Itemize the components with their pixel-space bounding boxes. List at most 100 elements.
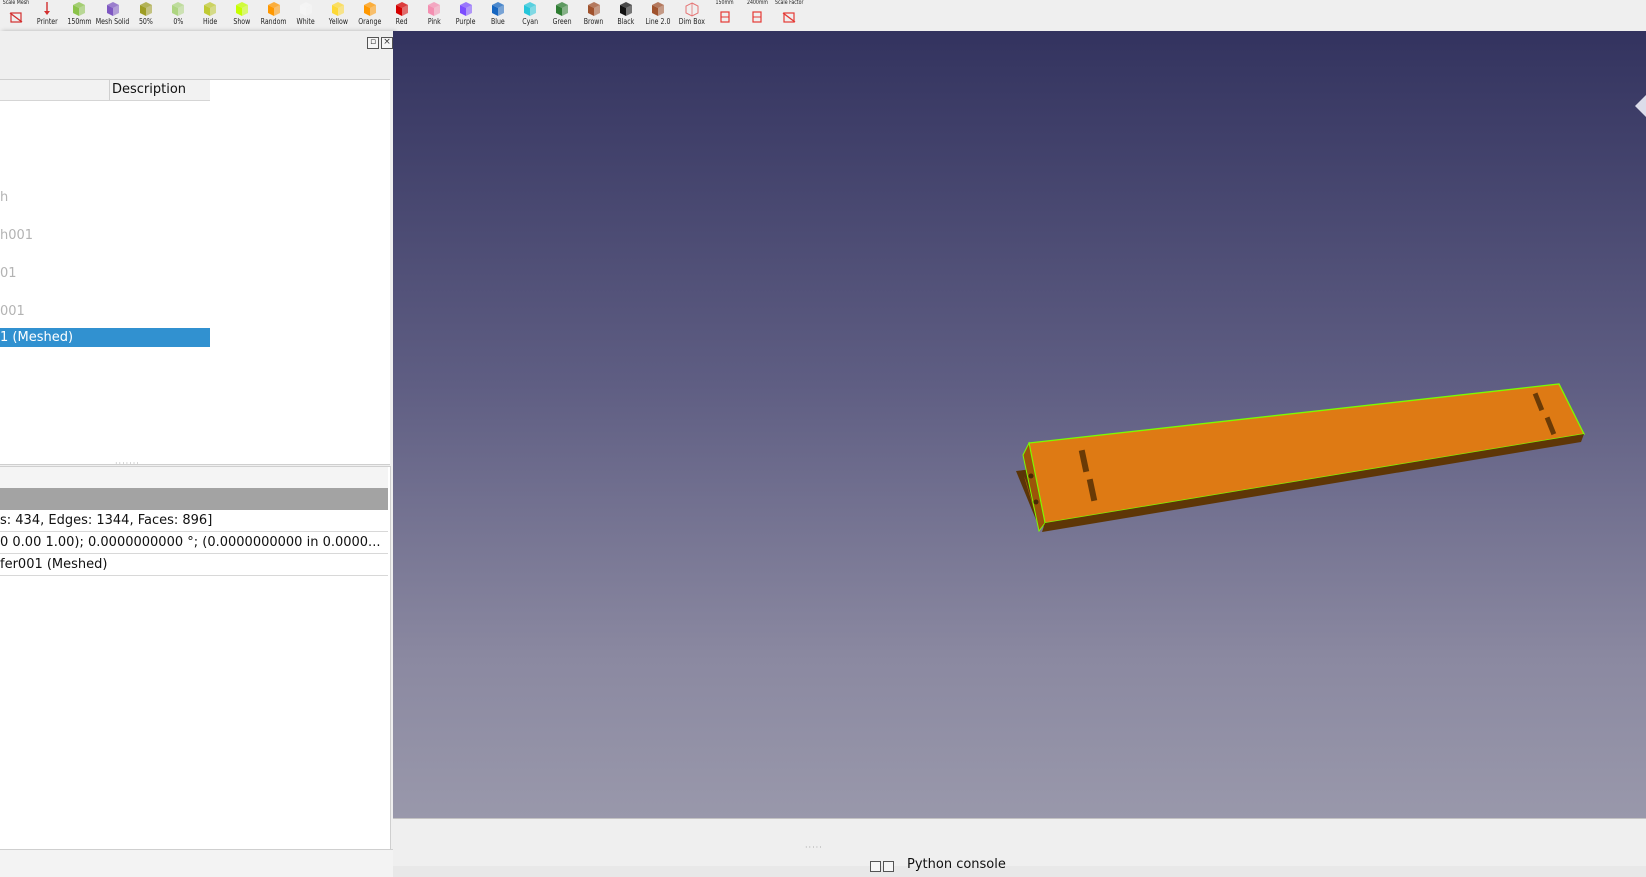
- toolbar-button-label: Black: [617, 17, 635, 26]
- tree-item[interactable]: 01: [0, 264, 210, 283]
- toolbar-button-2400mm[interactable]: 2400mm: [741, 0, 773, 30]
- bounding-box-icon: [752, 11, 762, 23]
- property-header-strip: [0, 467, 388, 488]
- tree-item-label: h: [0, 190, 9, 205]
- toolbar-button-orange[interactable]: Orange: [354, 0, 386, 30]
- toolbar-button-label: 2400mm: [746, 0, 768, 6]
- tree-item[interactable]: h: [0, 188, 210, 207]
- cube-icon: [524, 2, 536, 16]
- report-dock: ····· Python console: [393, 818, 1646, 872]
- 3d-viewport[interactable]: [393, 31, 1646, 818]
- toolbar-button-label: Printer: [36, 17, 58, 26]
- toolbar-button-150mm[interactable]: 150mm: [709, 0, 741, 30]
- toolbar-button-0-[interactable]: 0%: [162, 0, 194, 30]
- toolbar-button-label: Pink: [427, 17, 441, 26]
- dim-box-icon: [685, 2, 699, 17]
- mesh-solid-icon: [107, 2, 119, 16]
- cube-icon: [332, 2, 344, 16]
- toolbar-button-label: Mesh Solid: [96, 17, 130, 26]
- toolbar-button-label: Cyan: [522, 17, 538, 26]
- property-row[interactable]: fer001 (Meshed): [0, 554, 388, 576]
- cube-icon: [588, 2, 600, 16]
- left-panel-footer: [0, 849, 393, 877]
- close-console-icon[interactable]: [883, 861, 894, 872]
- toolbar-button-label: 0%: [173, 17, 183, 26]
- tree-item-label: 1 (Meshed): [0, 330, 74, 345]
- toolbar-button-random[interactable]: Random: [258, 0, 290, 30]
- random-color-cube-icon: [268, 2, 280, 16]
- tree-item-label: h001: [0, 228, 34, 243]
- end-hole: [1028, 473, 1034, 479]
- dock-splitter[interactable]: ·····: [805, 843, 823, 852]
- cube-icon: [652, 2, 664, 16]
- toolbar-button-label: White: [296, 17, 316, 26]
- navigation-arrow-icon[interactable]: [1635, 95, 1646, 117]
- cube-icon: [396, 2, 408, 16]
- cube-icon: [428, 2, 440, 16]
- tree-item[interactable]: 001: [0, 302, 210, 321]
- toolbar-button-blue[interactable]: Blue: [482, 0, 514, 30]
- toolbar-button-label: 150mm: [715, 0, 735, 6]
- toolbar-button-line-2-0[interactable]: Line 2.0: [642, 0, 674, 30]
- toolbar-button-150mm[interactable]: 150mm: [63, 0, 95, 30]
- toolbar-button-green[interactable]: Green: [546, 0, 578, 30]
- toolbar-button-red[interactable]: Red: [386, 0, 418, 30]
- toolbar-button-label: Dim Box: [678, 17, 706, 26]
- property-group-header[interactable]: [0, 488, 388, 510]
- toolbar-button-label: Brown: [584, 17, 604, 26]
- toolbar-button-label: Show: [233, 17, 251, 26]
- toolbar-button-brown[interactable]: Brown: [578, 0, 610, 30]
- cube-icon: [556, 2, 568, 16]
- description-column-header[interactable]: Description: [112, 82, 186, 97]
- cube-icon: [460, 2, 472, 16]
- cube-icon: [140, 2, 152, 16]
- toolbar-button-yellow[interactable]: Yellow: [322, 0, 354, 30]
- bounding-box-icon: [720, 11, 730, 23]
- property-row[interactable]: 0 0.00 1.00); 0.0000000000 °; (0.0000000…: [0, 532, 388, 554]
- toolbar-button-label: Purple: [456, 17, 476, 26]
- tree-item-label: 01: [0, 266, 17, 281]
- toolbar-button-dim-box[interactable]: Dim Box: [676, 0, 708, 30]
- toolbar-button-black[interactable]: Black: [610, 0, 642, 30]
- toolbar-button-50-[interactable]: 50%: [130, 0, 162, 30]
- tree-header: Description: [0, 80, 210, 101]
- model-render[interactable]: [393, 31, 1646, 818]
- cube-icon: [236, 2, 248, 16]
- cube-icon: [204, 2, 216, 16]
- property-row[interactable]: s: 434, Edges: 1344, Faces: 896]: [0, 510, 388, 532]
- toolbar-button-label: 50%: [139, 17, 153, 26]
- model-tree[interactable]: Description h h001 01 001 1 (Meshed): [0, 79, 390, 465]
- end-hole: [1033, 499, 1039, 505]
- toolbar-button-pink[interactable]: Pink: [418, 0, 450, 30]
- toolbar-button-label: Green: [552, 17, 572, 26]
- tree-item-selected[interactable]: 1 (Meshed): [0, 328, 210, 347]
- column-separator[interactable]: [109, 80, 110, 100]
- property-view[interactable]: s: 434, Edges: 1344, Faces: 896] 0 0.00 …: [0, 466, 391, 850]
- property-value: 0 0.00 1.00); 0.0000000000 °; (0.0000000…: [0, 535, 381, 550]
- cube-icon: [620, 2, 632, 16]
- toolbar-button-purple[interactable]: Purple: [450, 0, 482, 30]
- main-toolbar: Scale Mesh Printer 150mm Mesh Solid 50% 0% Hid…: [0, 0, 1646, 32]
- scale-factor-icon: [782, 12, 796, 23]
- toolbar-button-show[interactable]: Show: [226, 0, 258, 30]
- toolbar-button-scale-mesh[interactable]: Scale Mesh: [0, 0, 32, 30]
- float-console-icon[interactable]: [870, 861, 881, 872]
- toolbar-button-cyan[interactable]: Cyan: [514, 0, 546, 30]
- toolbar-button-hide[interactable]: Hide: [194, 0, 226, 30]
- toolbar-button-label: Hide: [202, 17, 218, 26]
- tree-item[interactable]: h001: [0, 226, 210, 245]
- property-value: fer001 (Meshed): [0, 557, 108, 572]
- close-panel-icon[interactable]: ×: [381, 37, 393, 49]
- toolbar-button-label: 150mm: [66, 17, 92, 26]
- float-panel-icon[interactable]: ▫: [367, 37, 379, 49]
- toolbar-button-label: Red: [396, 17, 408, 26]
- printer-arrow-icon: [44, 2, 50, 15]
- cube-icon: [172, 2, 184, 16]
- toolbar-button-scale-factor[interactable]: Scale Factor: [773, 0, 805, 30]
- toolbar-button-label: Scale Factor: [774, 0, 804, 6]
- toolbar-button-mesh-solid[interactable]: Mesh Solid: [96, 0, 130, 30]
- toolbar-button-label: Scale Mesh: [2, 0, 30, 6]
- toolbar-button-white[interactable]: White: [290, 0, 322, 30]
- toolbar-button-printer[interactable]: Printer: [31, 0, 63, 30]
- toolbar-button-label: Line 2.0: [645, 17, 671, 26]
